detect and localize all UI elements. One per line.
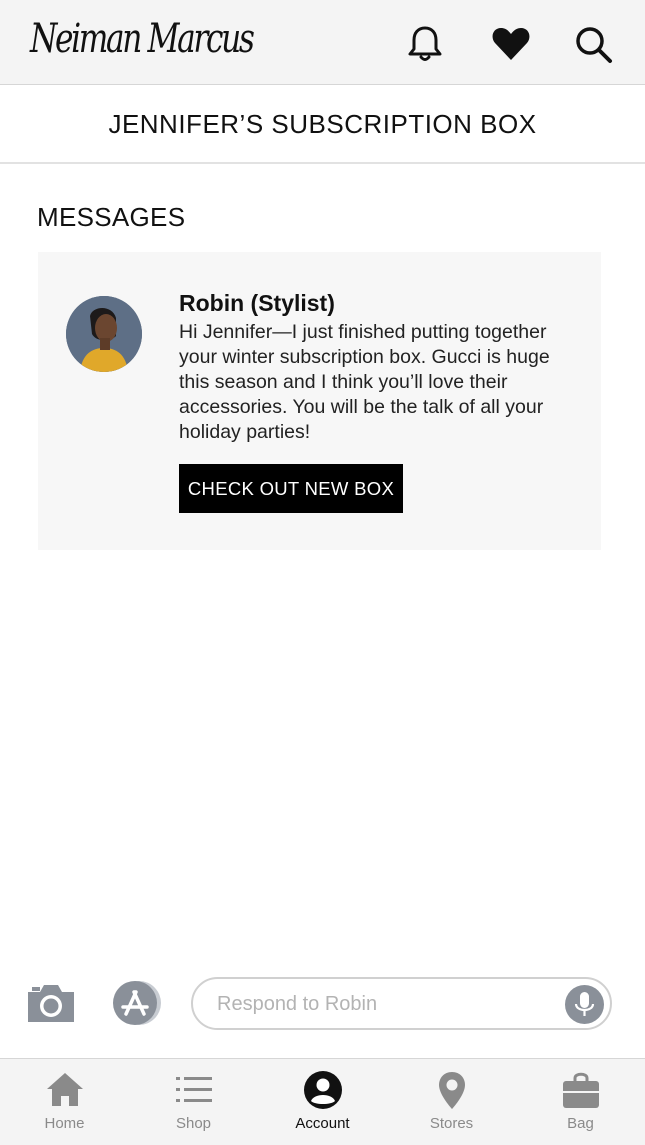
messages-heading: MESSAGES (37, 202, 186, 232)
tab-bag[interactable]: Bag (516, 1059, 645, 1145)
app-header: Neiman Marcus (0, 0, 645, 85)
account-icon (302, 1069, 344, 1111)
search-icon[interactable] (571, 22, 615, 66)
tab-home[interactable]: Home (0, 1059, 129, 1145)
shopping-bag-icon (560, 1069, 602, 1111)
home-icon (44, 1069, 86, 1111)
message-composer (0, 972, 645, 1038)
microphone-icon[interactable] (565, 985, 604, 1024)
avatar (66, 296, 142, 372)
tab-label-home: Home (44, 1115, 85, 1132)
sender-name: Robin (Stylist) (179, 290, 335, 316)
heart-icon[interactable] (489, 22, 533, 66)
message-body: Hi Jennifer—I just finished putting toge… (179, 321, 550, 443)
response-input[interactable] (217, 989, 547, 1019)
tab-label-account: Account (295, 1115, 350, 1132)
page-title: JENNIFER’S SUBSCRIPTION BOX (108, 108, 537, 139)
camera-icon[interactable] (24, 980, 78, 1026)
tab-shop[interactable]: Shop (129, 1059, 258, 1145)
message-card: Robin (Stylist) Hi Jennifer—I just finis… (38, 252, 601, 550)
tab-account[interactable]: Account (258, 1059, 387, 1145)
tab-label-shop: Shop (175, 1115, 212, 1132)
tab-stores[interactable]: Stores (387, 1059, 516, 1145)
location-pin-icon (431, 1069, 473, 1111)
tab-label-stores: Stores (429, 1115, 474, 1132)
bell-icon[interactable] (403, 22, 447, 66)
page-title-bar: JENNIFER’S SUBSCRIPTION BOX (0, 86, 645, 164)
bottom-tab-bar: Home Shop Account Stores Bag (0, 1058, 645, 1145)
list-icon (173, 1069, 215, 1111)
brand-logo[interactable]: Neiman Marcus (30, 16, 255, 62)
check-out-new-box-button[interactable]: CHECK OUT NEW BOX (179, 464, 403, 513)
app-store-icon[interactable] (108, 980, 164, 1026)
response-input-container[interactable] (191, 977, 612, 1030)
tab-label-bag: Bag (567, 1115, 594, 1132)
